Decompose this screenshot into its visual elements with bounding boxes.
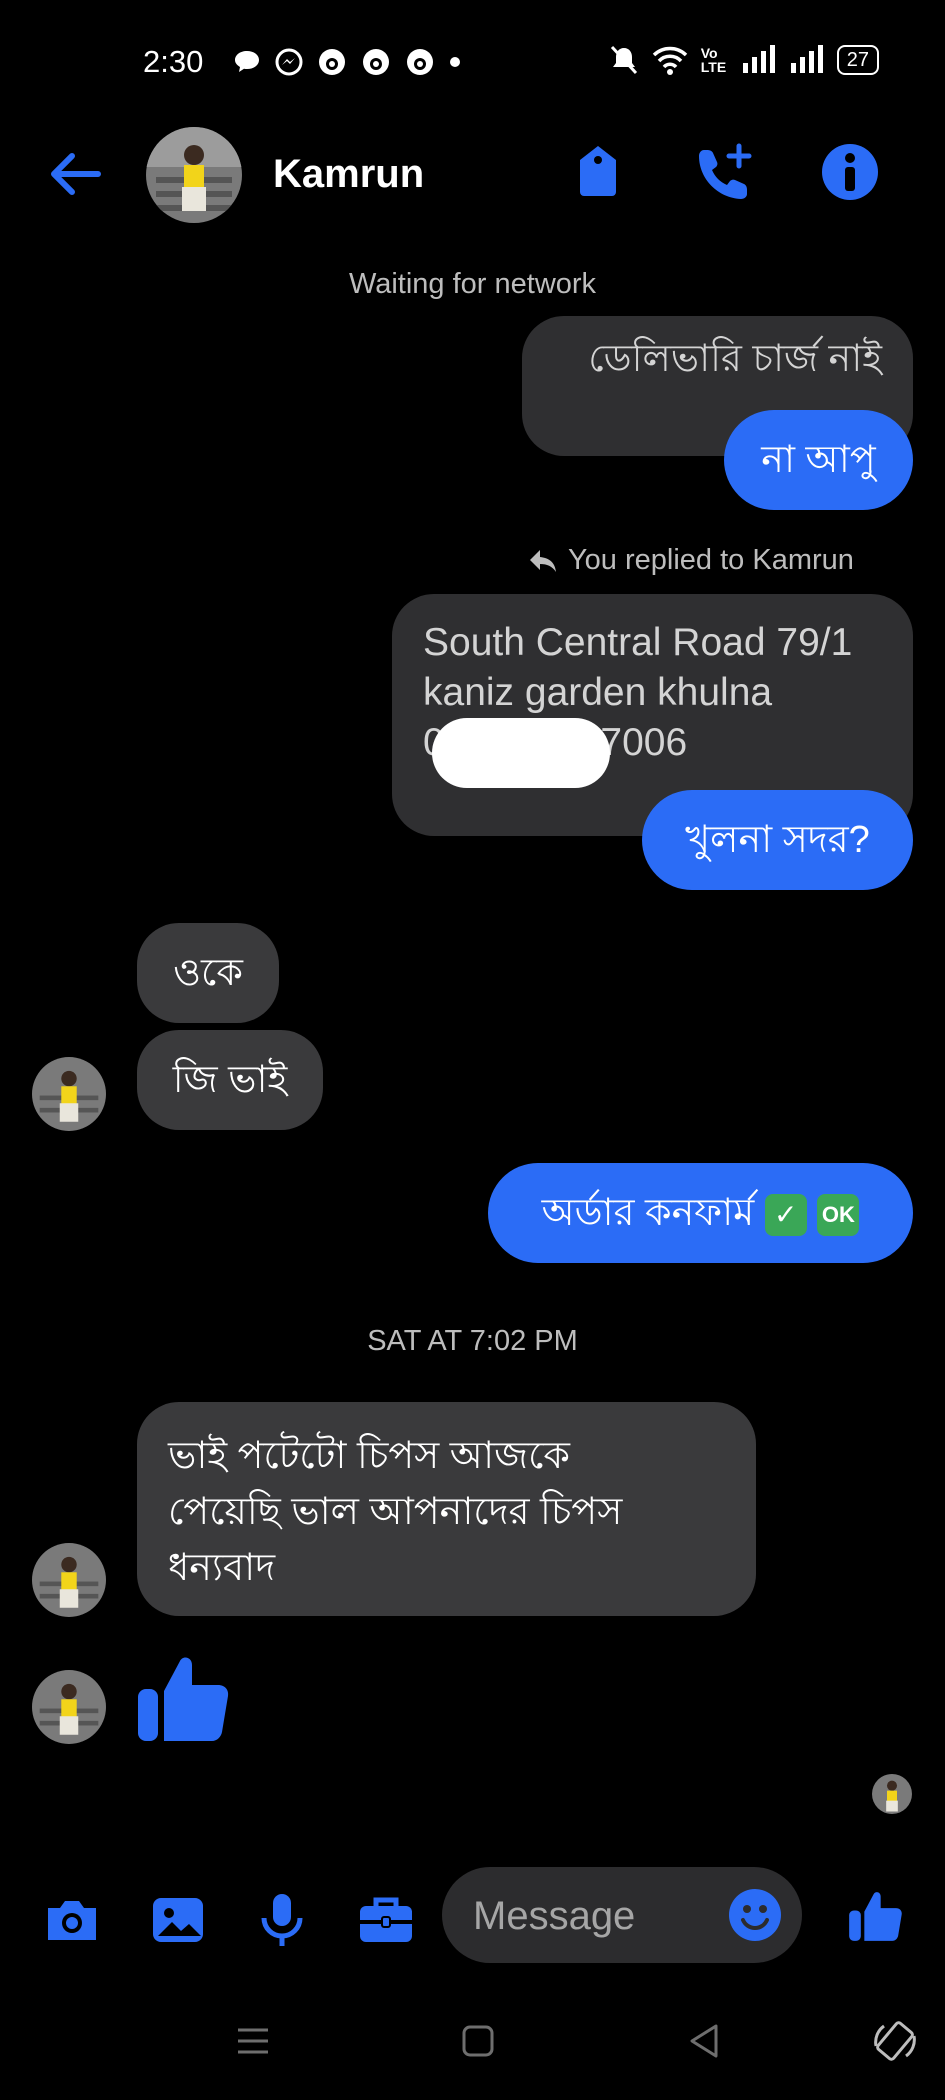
- message-text: ওকে: [173, 952, 243, 994]
- message-text-line: পেয়েছি ভাল আপনাদের চিপস: [168, 1491, 623, 1533]
- message-text: জি ভাই: [172, 1059, 288, 1101]
- contact-avatar[interactable]: [32, 1543, 106, 1617]
- emoji-icon[interactable]: [728, 1888, 782, 1942]
- message-text-line: kaniz garden khulna: [423, 671, 773, 714]
- contact-avatar[interactable]: [146, 127, 242, 223]
- app-notification-icon: [363, 49, 389, 75]
- message-bubble-outgoing[interactable]: না আপু: [724, 410, 913, 510]
- reply-label: You replied to Kamrun: [568, 544, 854, 576]
- notification-icons: [232, 46, 462, 78]
- seen-receipt-avatar: [872, 1774, 912, 1814]
- network-status: Waiting for network: [348, 268, 597, 300]
- reply-icon: [530, 549, 556, 572]
- system-status-icons: Vo LTE 27: [609, 44, 879, 76]
- message-text-line: ভাই পটেটো চিপস আজকে: [168, 1435, 570, 1477]
- message-text-line: South Central Road 79/1: [423, 621, 853, 664]
- signal-icon: [790, 45, 823, 73]
- message-text: খুলনা সদর?: [685, 819, 870, 861]
- mute-icon: [610, 45, 637, 75]
- reply-indicator: You replied to Kamrun: [528, 544, 854, 577]
- check-mark-icon: ✓: [764, 1193, 807, 1236]
- message-bubble-incoming[interactable]: জি ভাই: [137, 1030, 323, 1130]
- message-text: ডেলিভারি চার্জ নাই: [588, 338, 882, 380]
- status-time: 2:30: [143, 44, 204, 79]
- briefcase-icon[interactable]: [356, 1890, 416, 1950]
- back-icon[interactable]: [680, 2016, 730, 2066]
- contact-avatar[interactable]: [32, 1670, 106, 1744]
- message-input-placeholder: Message: [473, 1894, 636, 1938]
- thumbs-up-sticker-icon[interactable]: [136, 1645, 232, 1745]
- info-icon[interactable]: [818, 140, 882, 204]
- thumbs-up-icon[interactable]: [848, 1884, 904, 1944]
- battery-indicator: 27: [836, 45, 879, 75]
- message-text: না আপু: [761, 439, 876, 481]
- camera-icon[interactable]: [42, 1890, 102, 1950]
- back-arrow-icon[interactable]: [44, 144, 104, 204]
- redaction-mark: [432, 718, 610, 788]
- contact-name[interactable]: Kamrun: [273, 152, 424, 197]
- volte-label: Vo LTE: [700, 45, 727, 75]
- message-bubble-incoming[interactable]: ওকে: [137, 923, 279, 1023]
- message-text-line: ধন্যবাদ: [168, 1547, 276, 1589]
- message-bubble-outgoing[interactable]: অর্ডার কনফার্ম ✓ OK: [488, 1163, 913, 1263]
- message-timestamp: SAT AT 7:02 PM: [367, 1325, 578, 1357]
- chat-bubble-icon: [235, 51, 259, 72]
- contact-avatar[interactable]: [32, 1057, 106, 1131]
- ok-emoji-icon: OK: [817, 1193, 860, 1236]
- gallery-icon[interactable]: [148, 1890, 208, 1950]
- message-bubble-incoming[interactable]: ভাই পটেটো চিপস আজকে পেয়েছি ভাল আপনাদের …: [137, 1402, 756, 1616]
- more-dot-icon: [450, 57, 460, 67]
- wifi-icon: [652, 46, 687, 75]
- rotate-icon[interactable]: [870, 2016, 920, 2066]
- message-bubble-outgoing[interactable]: খুলনা সদর?: [642, 790, 913, 890]
- app-notification-icon: [407, 49, 433, 75]
- messenger-icon: [275, 48, 303, 76]
- message-text: অর্ডার কনফার্ম: [541, 1192, 755, 1234]
- home-icon[interactable]: [453, 2016, 503, 2066]
- tag-icon[interactable]: [566, 140, 630, 204]
- app-notification-icon: [319, 49, 345, 75]
- add-call-icon[interactable]: [693, 140, 757, 204]
- microphone-icon[interactable]: [252, 1890, 312, 1950]
- signal-icon: [742, 45, 775, 73]
- menu-icon[interactable]: [228, 2016, 278, 2066]
